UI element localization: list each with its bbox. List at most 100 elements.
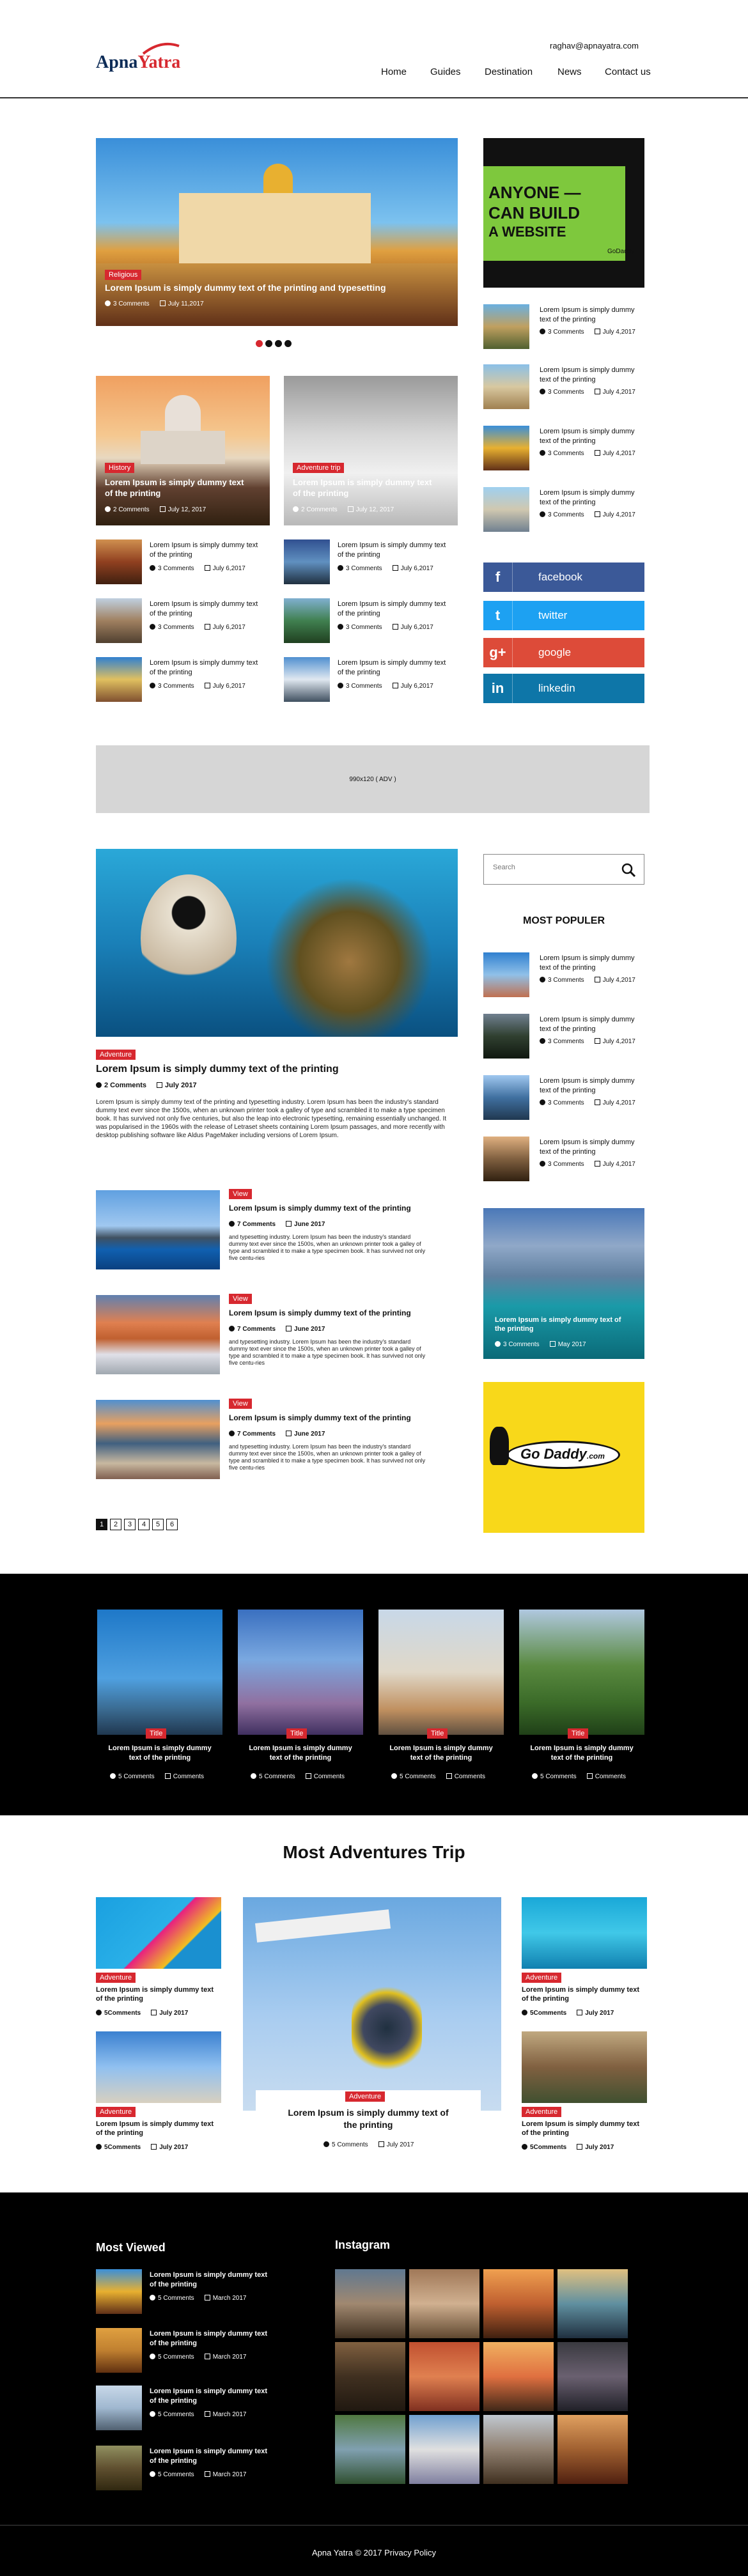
landmark-tag[interactable]: Title xyxy=(568,1728,589,1739)
popular-post[interactable]: Lorem Ipsum is simply dummy text of the … xyxy=(483,952,644,997)
calendar-icon xyxy=(204,2411,210,2417)
twitter-icon: t xyxy=(483,601,513,630)
landmark-card[interactable]: Title xyxy=(519,1610,644,1739)
nav-news[interactable]: News xyxy=(557,66,582,77)
adventure-small[interactable]: Adventure Lorem Ipsum is simply dummy te… xyxy=(96,1897,221,2017)
slider-dot-1[interactable] xyxy=(256,340,263,347)
landmark-tag[interactable]: Title xyxy=(427,1728,448,1739)
nav-home[interactable]: Home xyxy=(381,66,407,77)
nav-destination[interactable]: Destination xyxy=(485,66,533,77)
landmark-tag[interactable]: Title xyxy=(286,1728,308,1739)
page-6[interactable]: 6 xyxy=(166,1519,178,1530)
nav-guides[interactable]: Guides xyxy=(430,66,461,77)
sidebar-post[interactable]: Lorem Ipsum is simply dummy text of the … xyxy=(483,426,644,470)
adventure-small[interactable]: Adventure Lorem Ipsum is simply dummy te… xyxy=(96,2031,221,2151)
list-post[interactable]: View Lorem Ipsum is simply dummy text of… xyxy=(96,1397,458,1482)
search-input[interactable] xyxy=(493,864,608,871)
nav-contact[interactable]: Contact us xyxy=(605,66,651,77)
popular-post[interactable]: Lorem Ipsum is simply dummy text of the … xyxy=(483,1075,644,1120)
adventure-small[interactable]: Adventure Lorem Ipsum is simply dummy te… xyxy=(522,2031,647,2151)
copyright[interactable]: Apna Yatra © 2017 Privacy Policy xyxy=(0,2548,748,2557)
ad-placeholder[interactable]: 990x120 ( ADV ) xyxy=(96,745,650,813)
instagram-photo[interactable] xyxy=(557,2342,628,2411)
instagram-photo[interactable] xyxy=(483,2269,554,2338)
instagram-photo[interactable] xyxy=(409,2269,479,2338)
adventure-comments: 5Comments xyxy=(104,2010,141,2017)
google-button[interactable]: g+ google xyxy=(483,638,644,667)
featured-card[interactable]: History Lorem Ipsum is simply dummy text… xyxy=(96,376,270,525)
grid-post[interactable]: Lorem Ipsum is simply dummy text of the … xyxy=(284,539,458,584)
main-post-title[interactable]: Lorem Ipsum is simply dummy text of the … xyxy=(96,1064,339,1075)
list-post-tag[interactable]: View xyxy=(229,1294,252,1304)
adventure-tag[interactable]: Adventure xyxy=(96,2107,136,2117)
sidebar-post[interactable]: Lorem Ipsum is simply dummy text of the … xyxy=(483,487,644,532)
adventure-center-card[interactable]: Adventure Lorem Ipsum is simply dummy te… xyxy=(256,2090,481,2148)
grid-post-comments: 3 Comments xyxy=(158,565,194,572)
list-post[interactable]: View Lorem Ipsum is simply dummy text of… xyxy=(96,1188,458,1272)
page-1[interactable]: 1 xyxy=(96,1519,107,1530)
grid-post[interactable]: Lorem Ipsum is simply dummy text of the … xyxy=(284,598,458,643)
adventure-tag[interactable]: Adventure xyxy=(522,2107,562,2117)
list-post-tag[interactable]: View xyxy=(229,1399,252,1409)
twitter-button[interactable]: t twitter xyxy=(483,601,644,630)
instagram-photo[interactable] xyxy=(557,2415,628,2484)
most-viewed-item[interactable]: Lorem Ipsum is simply dummy text of the … xyxy=(96,2386,300,2430)
slider-title[interactable]: Lorem Ipsum is simply dummy text of the … xyxy=(105,283,386,293)
slider-dot-4[interactable] xyxy=(284,340,292,347)
adventure-date: July 2017 xyxy=(159,2010,189,2017)
most-viewed-item[interactable]: Lorem Ipsum is simply dummy text of the … xyxy=(96,2269,300,2314)
instagram-photo[interactable] xyxy=(335,2269,405,2338)
list-post[interactable]: View Lorem Ipsum is simply dummy text of… xyxy=(96,1292,458,1377)
most-viewed-item[interactable]: Lorem Ipsum is simply dummy text of the … xyxy=(96,2446,300,2490)
grid-post[interactable]: Lorem Ipsum is simply dummy text of the … xyxy=(96,657,270,702)
grid-post[interactable]: Lorem Ipsum is simply dummy text of the … xyxy=(284,657,458,702)
instagram-photo[interactable] xyxy=(335,2415,405,2484)
sidebar-post[interactable]: Lorem Ipsum is simply dummy text of the … xyxy=(483,304,644,349)
page-2[interactable]: 2 xyxy=(110,1519,121,1530)
lake-card[interactable]: Lorem Ipsum is simply dummy text of the … xyxy=(483,1208,644,1359)
most-viewed-item[interactable]: Lorem Ipsum is simply dummy text of the … xyxy=(96,2328,300,2373)
landmark-card[interactable]: Title xyxy=(378,1610,504,1739)
instagram-photo[interactable] xyxy=(409,2342,479,2411)
landmark-card[interactable]: Title xyxy=(238,1610,363,1739)
logo[interactable]: ApnaYatra xyxy=(96,43,180,73)
landmark-card[interactable]: Title xyxy=(97,1610,222,1739)
main-post-image[interactable] xyxy=(96,849,458,1037)
adventure-tag[interactable]: Adventure xyxy=(522,1973,562,1983)
godaddy-banner-ad[interactable]: ANYONE — CAN BUILD A WEBSITE GoDaddy xyxy=(483,138,644,288)
slider-dot-2[interactable] xyxy=(265,340,272,347)
page-4[interactable]: 4 xyxy=(138,1519,150,1530)
adventure-center-image[interactable] xyxy=(243,1897,501,2111)
instagram-photo[interactable] xyxy=(557,2269,628,2338)
featured-tag[interactable]: Adventure trip xyxy=(293,463,345,473)
search-icon[interactable] xyxy=(621,862,636,878)
instagram-photo[interactable] xyxy=(483,2342,554,2411)
slider-dot-3[interactable] xyxy=(275,340,282,347)
linkedin-button[interactable]: in linkedin xyxy=(483,674,644,703)
sidebar-post[interactable]: Lorem Ipsum is simply dummy text of the … xyxy=(483,364,644,409)
featured-tag[interactable]: History xyxy=(105,463,135,473)
grid-post-title: Lorem Ipsum is simply dummy text of the … xyxy=(338,541,446,559)
page-3[interactable]: 3 xyxy=(124,1519,136,1530)
grid-post[interactable]: Lorem Ipsum is simply dummy text of the … xyxy=(96,539,270,584)
instagram-photo[interactable] xyxy=(483,2415,554,2484)
adventure-small[interactable]: Adventure Lorem Ipsum is simply dummy te… xyxy=(522,1897,647,2017)
grid-post[interactable]: Lorem Ipsum is simply dummy text of the … xyxy=(96,598,270,643)
adventure-tag[interactable]: Adventure xyxy=(96,1973,136,1983)
main-post-tag[interactable]: Adventure xyxy=(96,1050,136,1060)
landmark-tag[interactable]: Title xyxy=(146,1728,167,1739)
hero-slider[interactable]: Religious Lorem Ipsum is simply dummy te… xyxy=(96,138,458,326)
header-email[interactable]: raghav@apnayatra.com xyxy=(550,41,639,50)
page-5[interactable]: 5 xyxy=(152,1519,164,1530)
temple-reflection xyxy=(96,263,458,326)
slider-tag[interactable]: Religious xyxy=(105,270,142,280)
instagram-photo[interactable] xyxy=(409,2415,479,2484)
facebook-button[interactable]: f facebook xyxy=(483,563,644,592)
popular-post[interactable]: Lorem Ipsum is simply dummy text of the … xyxy=(483,1014,644,1059)
instagram-photo[interactable] xyxy=(335,2342,405,2411)
list-post-tag[interactable]: View xyxy=(229,1189,252,1199)
featured-card[interactable]: Adventure trip Lorem Ipsum is simply dum… xyxy=(284,376,458,525)
godaddy-ad[interactable]: Go Daddy.com xyxy=(483,1382,644,1533)
popular-post[interactable]: Lorem Ipsum is simply dummy text of the … xyxy=(483,1137,644,1181)
adventure-center-tag[interactable]: Adventure xyxy=(345,2091,386,2102)
